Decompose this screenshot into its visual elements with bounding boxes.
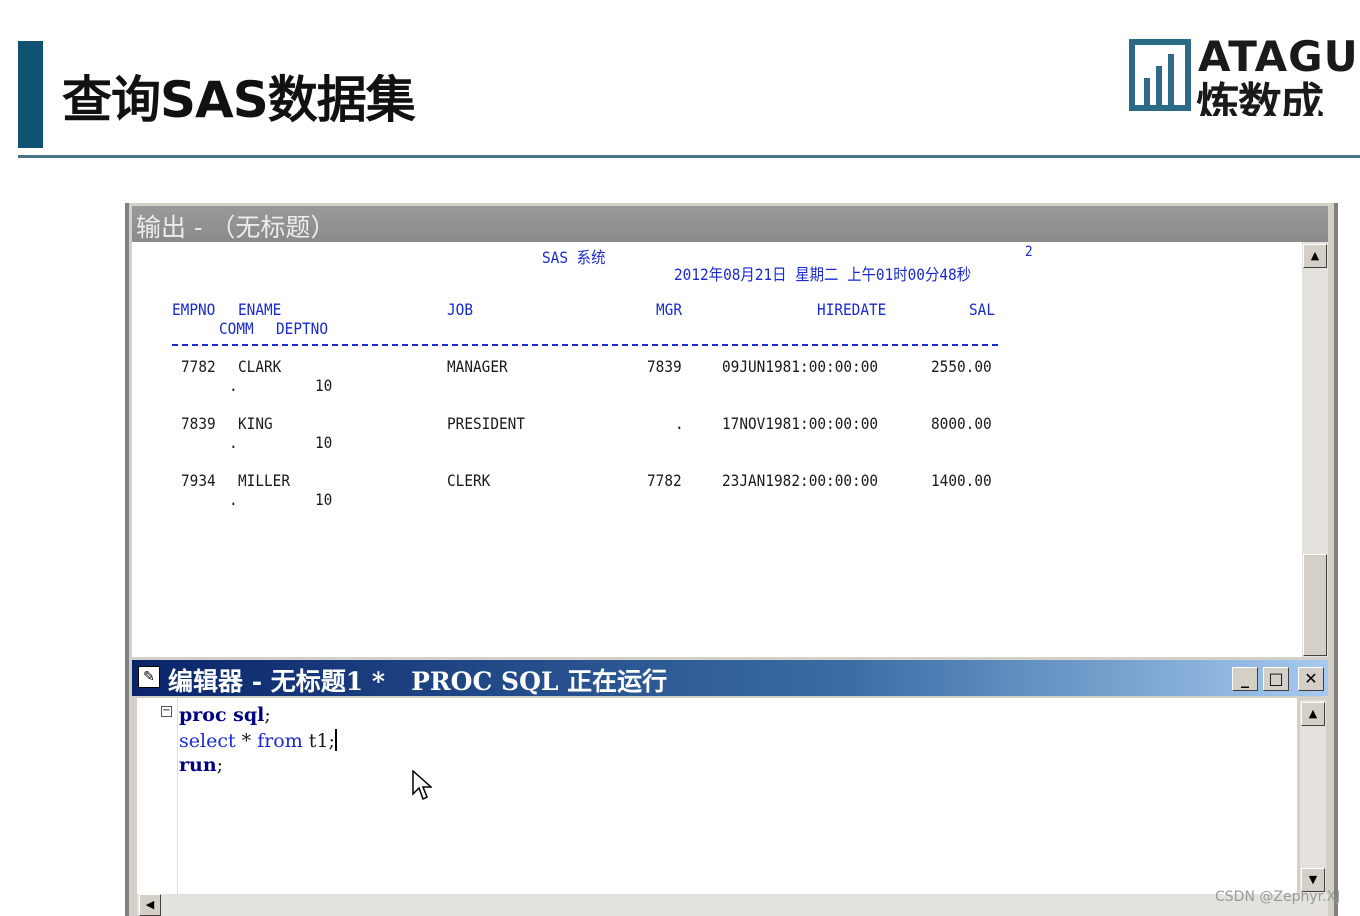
- row2-comm: .: [229, 433, 238, 452]
- code-table-name: t1;: [302, 730, 335, 752]
- logo-text-chinese: 炼数成: [1196, 79, 1324, 116]
- output-scroll-thumb[interactable]: [1303, 554, 1327, 656]
- bar-chart-logo-icon: [1129, 39, 1191, 111]
- editor-gutter: −: [137, 698, 178, 894]
- output-vertical-scrollbar[interactable]: ▲: [1302, 242, 1328, 657]
- output-window-titlebar[interactable]: 输出 - （无标题）: [132, 206, 1328, 242]
- row1-hiredate: 09JUN1981:00:00:00: [722, 357, 879, 376]
- col-header-ename: ENAME: [238, 300, 282, 319]
- keyword-run: run: [179, 754, 217, 776]
- editor-horizontal-scrollbar[interactable]: ◀: [137, 894, 1328, 916]
- scroll-up-arrow-icon[interactable]: ▲: [1303, 244, 1327, 268]
- editor-window-titlebar[interactable]: ✎ 编辑器 - 无标题1 * PROC SQL 正在运行 _ □ ✕: [132, 660, 1328, 696]
- row1-deptno: 10: [315, 376, 333, 395]
- row1-job: MANAGER: [447, 357, 508, 376]
- row3-ename: MILLER: [238, 471, 291, 490]
- keyword-proc-sql: proc sql: [179, 704, 265, 726]
- output-page-number: 2: [1025, 244, 1033, 260]
- editor-title-name: 编辑器 - 无标题1 *: [168, 667, 385, 696]
- text-caret: [334, 729, 337, 751]
- row2-empno: 7839: [181, 414, 216, 433]
- col-header-empno: EMPNO: [172, 300, 216, 319]
- row2-deptno: 10: [315, 433, 333, 452]
- header-separator: [172, 344, 998, 346]
- editor-vertical-scrollbar[interactable]: ▲ ▼: [1300, 700, 1326, 894]
- slide-title: 查询SAS数据集: [62, 71, 416, 129]
- header-divider: [18, 155, 1360, 158]
- title-accent-bar: [18, 41, 43, 148]
- close-button[interactable]: ✕: [1298, 667, 1324, 691]
- output-system-title: SAS 系统: [542, 248, 606, 267]
- code-editor[interactable]: − proc sql; select * from t1; run;: [137, 698, 1297, 894]
- row2-job: PRESIDENT: [447, 414, 526, 433]
- row2-hiredate: 17NOV1981:00:00:00: [722, 414, 879, 433]
- row3-deptno: 10: [315, 490, 333, 509]
- row1-mgr: 7839: [647, 357, 682, 376]
- collapse-minus-icon[interactable]: −: [161, 706, 172, 717]
- row3-sal: 1400.00: [931, 471, 992, 490]
- row3-job: CLERK: [447, 471, 491, 490]
- col-header-sal: SAL: [969, 300, 996, 319]
- row3-comm: .: [229, 490, 238, 509]
- row3-hiredate: 23JAN1982:00:00:00: [722, 471, 879, 490]
- code-line-3: run;: [179, 754, 223, 776]
- code-asterisk: *: [235, 730, 258, 752]
- maximize-button[interactable]: □: [1263, 667, 1289, 691]
- row3-empno: 7934: [181, 471, 216, 490]
- col-header-comm: COMM: [219, 319, 254, 338]
- editor-window-title: 编辑器 - 无标题1 * PROC SQL 正在运行: [168, 662, 667, 698]
- row2-mgr: .: [675, 414, 684, 433]
- col-header-mgr: MGR: [656, 300, 683, 319]
- mouse-pointer-icon: [412, 770, 432, 801]
- code-semicolon: ;: [264, 704, 271, 726]
- keyword-select: select: [179, 730, 236, 752]
- scroll-left-arrow-icon[interactable]: ◀: [139, 894, 161, 916]
- col-header-job: JOB: [447, 300, 474, 319]
- code-semicolon-run: ;: [216, 754, 224, 776]
- keyword-from: from: [257, 730, 303, 752]
- col-header-hiredate: HIREDATE: [817, 300, 887, 319]
- code-line-2: select * from t1;: [179, 729, 337, 752]
- row1-ename: CLARK: [238, 357, 282, 376]
- editor-scroll-up-arrow-icon[interactable]: ▲: [1301, 702, 1325, 726]
- watermark-text: CSDN @Zephyr.XJ: [1215, 889, 1341, 905]
- row1-comm: .: [229, 376, 238, 395]
- output-window-content[interactable]: SAS 系统 2 2012年08月21日 星期二 上午01时00分48秒 EMP…: [132, 242, 1302, 657]
- editor-run-status: PROC SQL 正在运行: [411, 667, 668, 696]
- row2-sal: 8000.00: [931, 414, 992, 433]
- output-datetime: 2012年08月21日 星期二 上午01时00分48秒: [674, 265, 972, 284]
- editor-document-icon: ✎: [138, 666, 160, 688]
- row2-ename: KING: [238, 414, 273, 433]
- row1-empno: 7782: [181, 357, 216, 376]
- col-header-deptno: DEPTNO: [276, 319, 329, 338]
- output-window-title: 输出 - （无标题）: [136, 213, 336, 242]
- minimize-button[interactable]: _: [1232, 667, 1258, 691]
- row1-sal: 2550.00: [931, 357, 992, 376]
- brand-logo: ATAGU 炼数成: [1128, 36, 1360, 116]
- code-line-1: proc sql;: [179, 704, 271, 726]
- row3-mgr: 7782: [647, 471, 682, 490]
